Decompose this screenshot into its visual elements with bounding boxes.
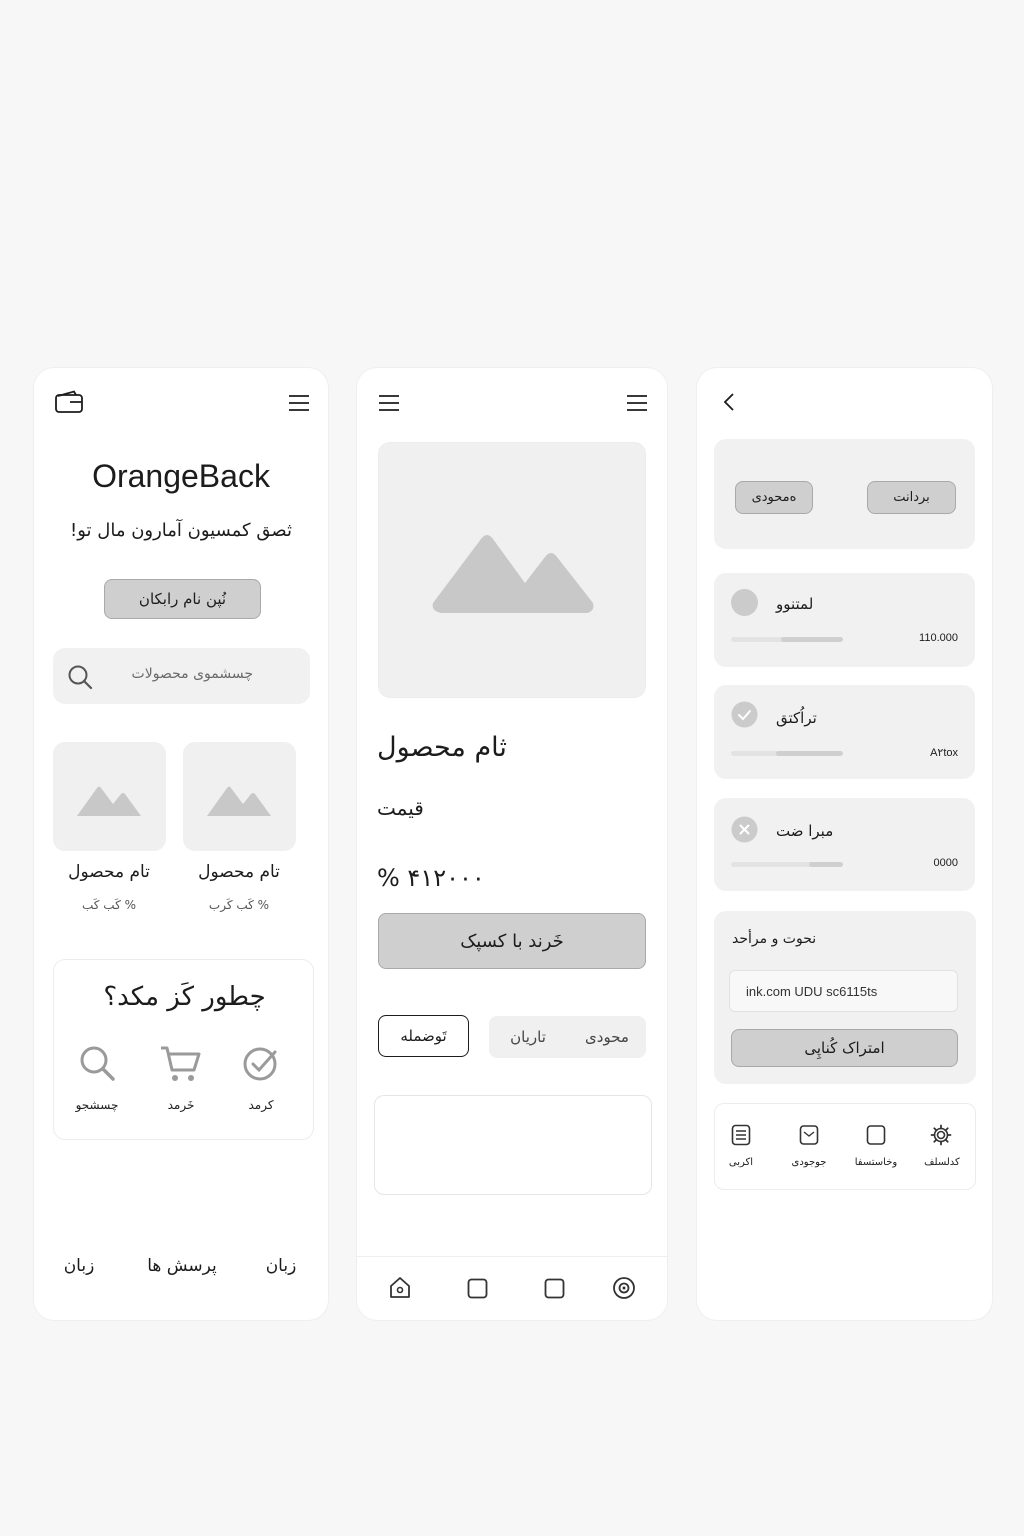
product-detail-screen: ثام محصول قیمت % ۴۱۲۰۰۰ خَرند با کسپک تَ… xyxy=(357,368,667,1320)
back-icon[interactable] xyxy=(721,392,737,412)
transaction-value: A۲tox xyxy=(930,747,958,759)
buy-button[interactable]: خَرند با کسپک xyxy=(378,913,646,969)
tab-label: اکربی xyxy=(728,1157,754,1168)
document-icon[interactable] xyxy=(731,1124,751,1146)
transaction-label: مبرا ضت xyxy=(776,822,834,840)
square-icon[interactable] xyxy=(866,1124,886,1146)
bottom-nav-divider xyxy=(357,1256,667,1257)
cart-icon[interactable] xyxy=(159,1044,201,1084)
tab-bar: اکربی جوجودی وخاستسفا کدلسلف xyxy=(714,1103,976,1190)
image-placeholder-icon xyxy=(429,531,597,615)
tab-label: جوجودی xyxy=(791,1157,827,1168)
tagline: ثصق کمسیون آمارون مال تو! xyxy=(70,520,292,541)
transaction-card[interactable]: لمتنوو 110.000 xyxy=(714,573,975,667)
progress-fill xyxy=(809,862,843,867)
wallet-icon[interactable] xyxy=(799,1124,819,1146)
check-icon xyxy=(731,701,758,728)
wallet-icon[interactable] xyxy=(54,390,84,414)
transaction-label: لمتنوو xyxy=(776,595,814,613)
product-image[interactable] xyxy=(378,442,646,698)
product-thumbnail[interactable] xyxy=(183,742,296,851)
footer-link[interactable]: زبان xyxy=(48,1256,110,1276)
progress-bar xyxy=(731,637,843,642)
search-bar[interactable]: چسشموی محصولات xyxy=(53,648,310,704)
tab-label: وخاستسفا xyxy=(854,1157,898,1168)
progress-fill xyxy=(775,751,843,756)
description-box xyxy=(374,1095,652,1195)
progress-fill xyxy=(781,637,843,642)
menu-icon[interactable] xyxy=(288,394,310,412)
tab-label: کدلسلف xyxy=(924,1157,960,1168)
transaction-value: 0000 xyxy=(933,857,958,869)
product-name: تام محصول xyxy=(198,862,280,882)
progress-bar xyxy=(731,751,843,756)
referral-link-field[interactable]: ink.com UDU sc6115ts xyxy=(729,970,958,1012)
withdraw-button[interactable]: بردانت xyxy=(867,481,956,514)
brand-title: OrangeBack xyxy=(92,458,270,494)
step-label: کرمد xyxy=(248,1098,274,1112)
check-circle-icon[interactable] xyxy=(242,1044,280,1082)
referral-panel: نحوت و مرأحد ink.com UDU sc6115ts امتراک… xyxy=(714,911,976,1084)
product-price: % کَب کَرب xyxy=(208,898,270,912)
balance-panel: ەمحودی بردانت xyxy=(714,439,975,549)
footer-link[interactable]: پرسش ها xyxy=(132,1256,232,1276)
progress-bar xyxy=(731,862,843,867)
close-icon xyxy=(731,816,758,843)
price-label: قیمت xyxy=(377,796,424,820)
product-thumbnail[interactable] xyxy=(53,742,166,851)
wallet-screen: ەمحودی بردانت لمتنوو 110.000 تراُکتق A۲t… xyxy=(697,368,992,1320)
status-dot-icon xyxy=(731,589,758,616)
search-input[interactable]: چسشموی محصولات xyxy=(113,666,253,682)
target-icon[interactable] xyxy=(612,1276,636,1300)
price-value: % ۴۱۲۰۰۰ xyxy=(377,864,485,892)
home-icon[interactable] xyxy=(388,1276,412,1300)
product-name: تام محصول xyxy=(68,862,150,882)
transaction-label: تراُکتق xyxy=(776,709,817,727)
signup-button[interactable]: نُپن نام رابکان xyxy=(104,579,261,619)
footer-link[interactable]: زبان xyxy=(250,1256,312,1276)
home-screen: OrangeBack ثصق کمسیون آمارون مال تو! نُپ… xyxy=(34,368,328,1320)
product-price: % کَب کَب xyxy=(81,898,137,912)
tab-group: تاریان محودی xyxy=(489,1016,646,1058)
search-icon[interactable] xyxy=(78,1044,116,1082)
referral-link-text: ink.com UDU sc6115ts xyxy=(746,984,878,999)
square-icon[interactable] xyxy=(544,1278,565,1299)
step-label: خَرمد xyxy=(167,1098,195,1112)
how-it-works-title: چطور کَز مکد؟ xyxy=(103,982,266,1012)
referral-title: نحوت و مرأحد xyxy=(732,931,817,947)
image-placeholder-icon xyxy=(75,782,143,818)
how-it-works-card: چطور کَز مکد؟ چسشجو خَرمد کرمد xyxy=(53,959,314,1140)
step-label: چسشجو xyxy=(75,1098,119,1112)
share-button[interactable]: امتراک کُناپِی xyxy=(731,1029,958,1067)
menu-icon[interactable] xyxy=(378,394,400,412)
search-icon xyxy=(67,664,93,690)
gear-icon[interactable] xyxy=(930,1124,952,1146)
product-title: ثام محصول xyxy=(377,732,507,763)
tab-specs[interactable]: محودی xyxy=(579,1028,635,1046)
transaction-value: 110.000 xyxy=(919,632,958,644)
menu-icon[interactable] xyxy=(626,394,648,412)
tab-description[interactable]: تَوضمله xyxy=(378,1015,469,1057)
transaction-card[interactable]: مبرا ضت 0000 xyxy=(714,798,975,891)
transaction-card[interactable]: تراُکتق A۲tox xyxy=(714,685,975,779)
inventory-button[interactable]: ەمحودی xyxy=(735,481,813,514)
image-placeholder-icon xyxy=(205,782,273,818)
square-icon[interactable] xyxy=(467,1278,488,1299)
tab-reviews[interactable]: تاریان xyxy=(503,1028,553,1046)
